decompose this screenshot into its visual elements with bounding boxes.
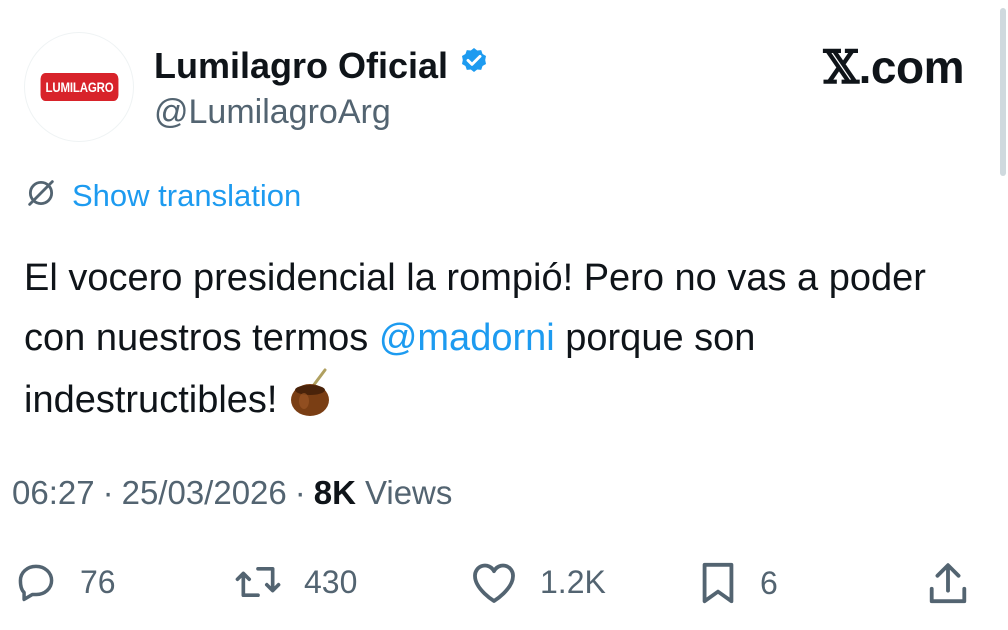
repost-count: 430	[304, 563, 358, 600]
handle[interactable]: @LumilagroArg	[154, 90, 490, 134]
bookmark-icon	[698, 560, 738, 606]
reply-count: 76	[80, 563, 116, 600]
tweet-header: LUMILAGRO Lumilagro Oficial @LumilagroAr…	[24, 32, 1008, 142]
reply-icon	[14, 560, 58, 604]
account-names: Lumilagro Oficial @LumilagroArg	[154, 44, 490, 134]
show-translation-label: Show translation	[72, 177, 302, 213]
tweet-text: El vocero presidencial la rompió! Pero n…	[24, 248, 994, 436]
bookmark-count: 6	[760, 564, 778, 601]
repost-button[interactable]: 430	[234, 560, 357, 604]
meta-separator: ·	[294, 474, 306, 511]
views-label: Views	[364, 474, 453, 511]
show-translation-link[interactable]: Show translation	[24, 176, 301, 215]
repost-icon	[234, 560, 282, 604]
avatar[interactable]: LUMILAGRO	[24, 32, 134, 142]
mention-link[interactable]: @madorni	[379, 317, 555, 359]
heart-icon	[470, 560, 518, 604]
tweet-time[interactable]: 06:27	[12, 474, 95, 512]
globe-slash-icon	[24, 176, 58, 215]
like-button[interactable]: 1.2K	[470, 560, 606, 604]
tweet-date[interactable]: 25/03/2026	[122, 474, 287, 512]
lumilagro-logo: LUMILAGRO	[40, 73, 118, 101]
x-logo: 𝕏	[823, 40, 859, 94]
display-name[interactable]: Lumilagro Oficial	[154, 44, 490, 88]
tweet-meta: 06:27 · 25/03/2026 · 8K Views	[12, 474, 452, 512]
action-bar: 76 430 1.2K 6	[12, 560, 984, 610]
share-icon	[926, 560, 970, 606]
display-name-text: Lumilagro Oficial	[154, 45, 449, 86]
share-button[interactable]	[926, 560, 970, 606]
verified-badge-icon	[458, 44, 490, 88]
reply-button[interactable]: 76	[14, 560, 116, 604]
mate-emoji	[287, 368, 333, 436]
brand-suffix: .com	[858, 41, 965, 93]
bookmark-button[interactable]: 6	[698, 560, 778, 606]
like-count: 1.2K	[540, 563, 606, 600]
x-dot-com-watermark: 𝕏.com	[823, 40, 964, 94]
meta-separator: ·	[102, 474, 114, 511]
views-count: 8K	[313, 474, 356, 511]
